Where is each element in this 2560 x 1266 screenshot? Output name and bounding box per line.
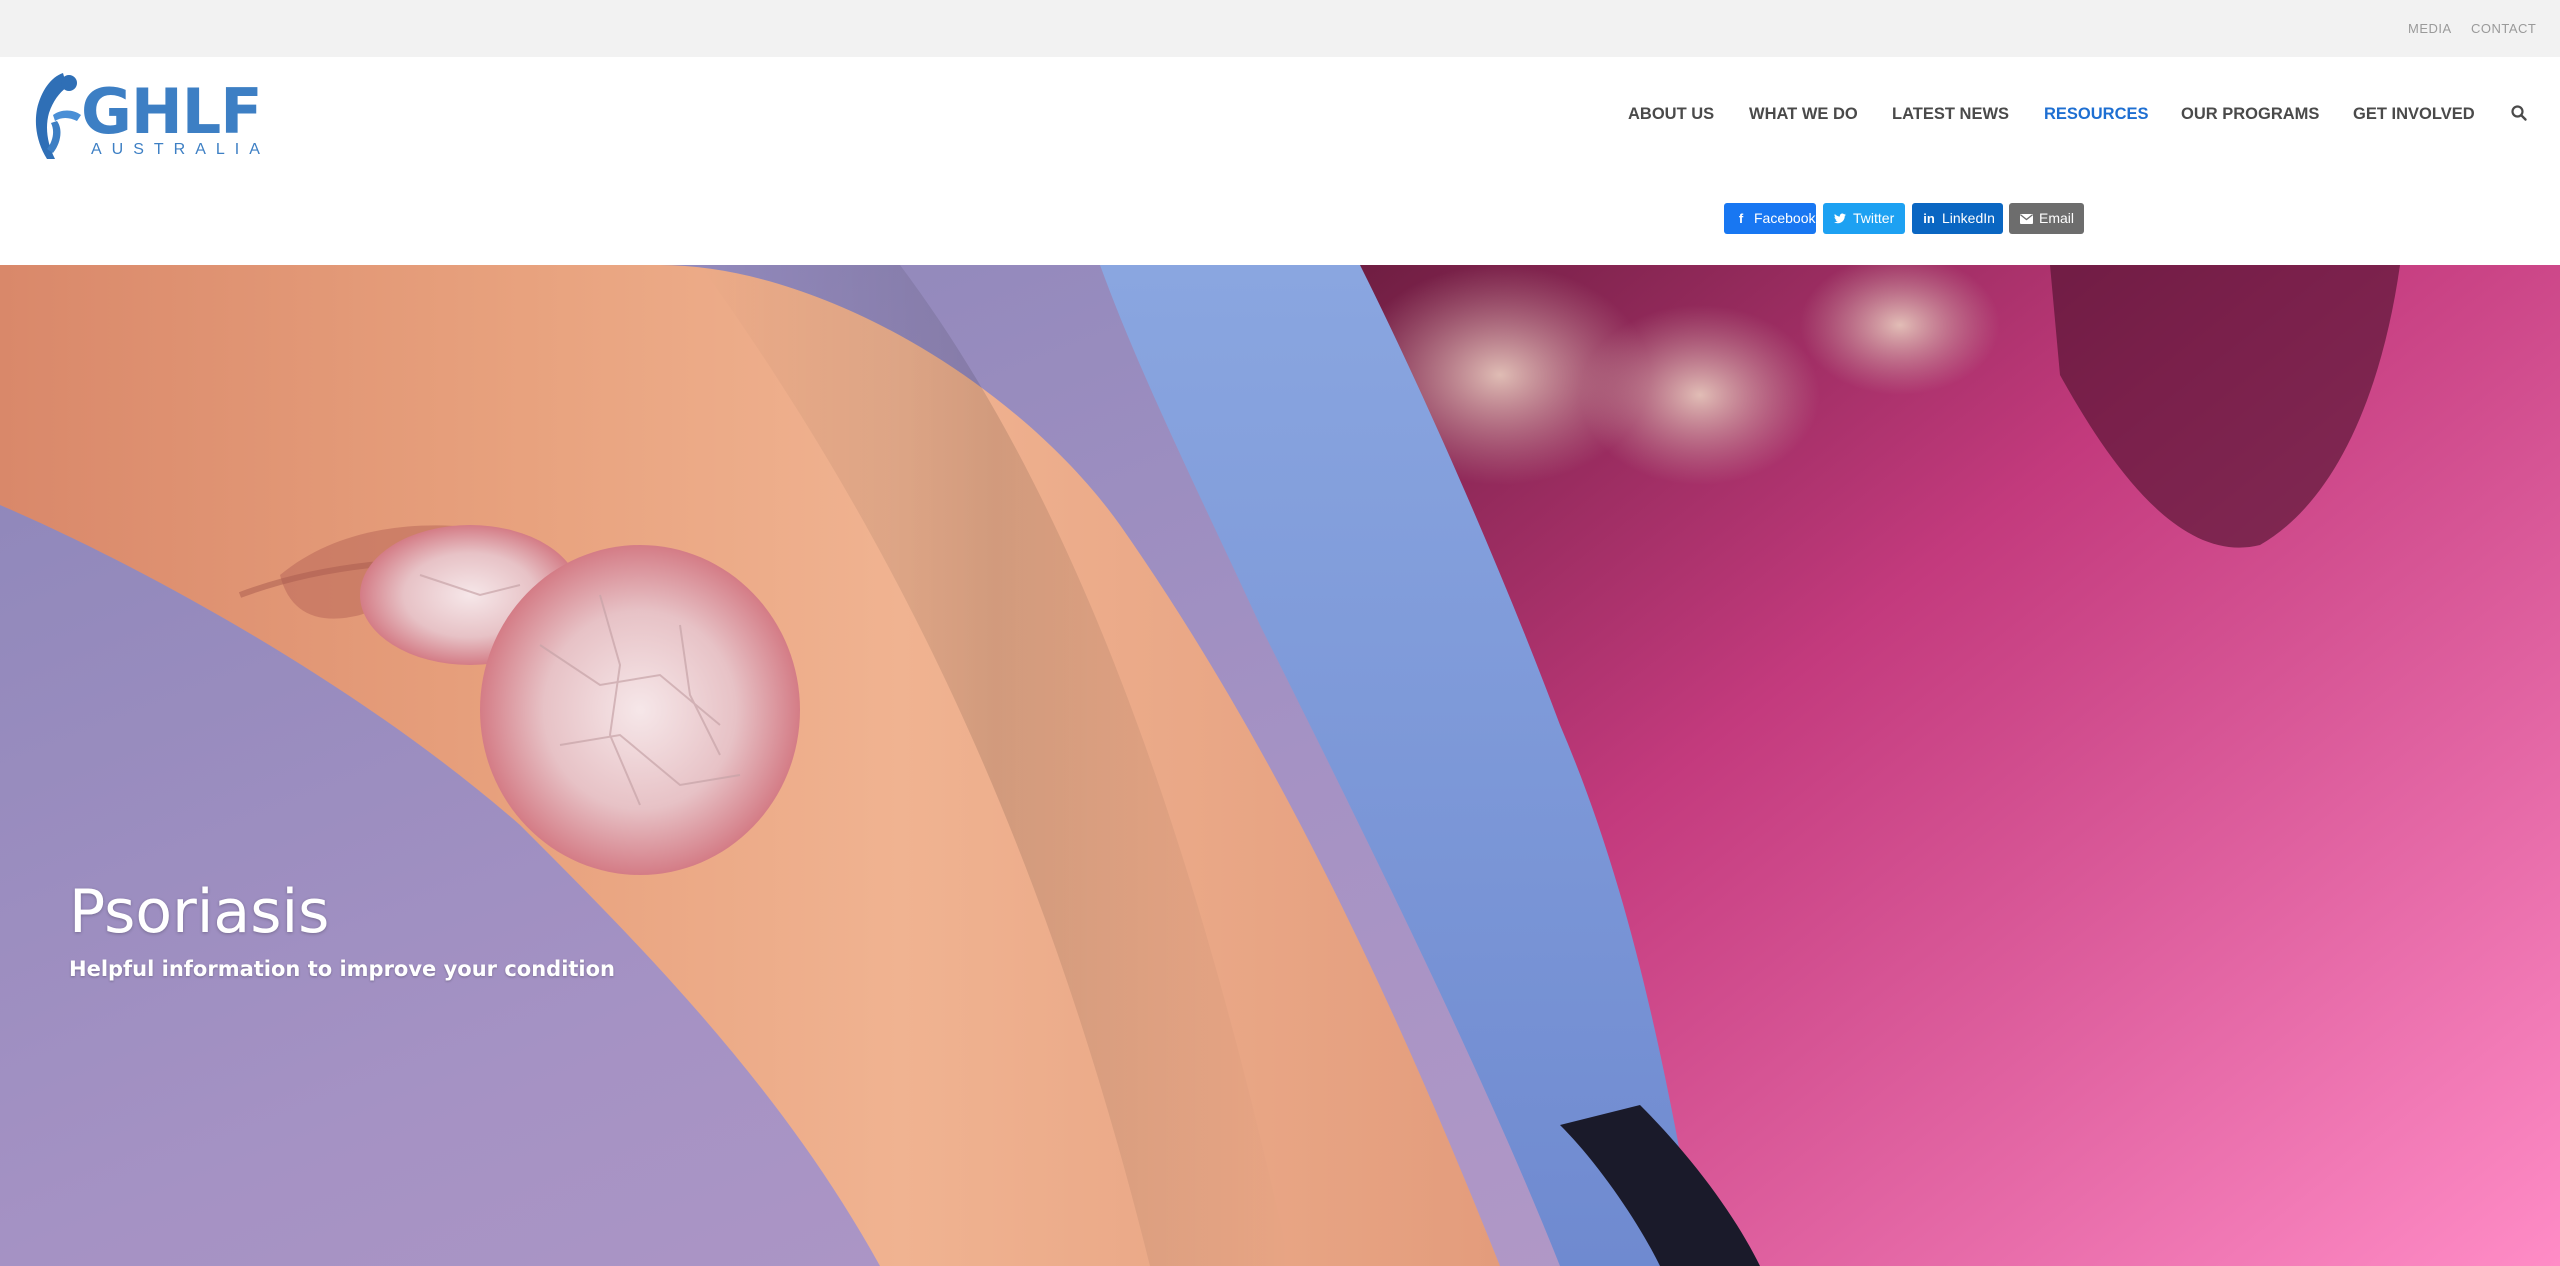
twitter-icon	[1833, 203, 1847, 234]
nav-latest-news[interactable]: LATEST NEWS	[1892, 105, 2009, 124]
share-email-button[interactable]: Email	[2009, 203, 2084, 234]
share-twitter-button[interactable]: Twitter	[1823, 203, 1905, 234]
share-facebook-button[interactable]: f Facebook	[1724, 203, 1816, 234]
site-header	[0, 57, 2560, 265]
nav-about-us[interactable]: ABOUT US	[1628, 105, 1714, 124]
facebook-icon: f	[1738, 211, 1744, 226]
search-button[interactable]	[2510, 104, 2530, 124]
share-linkedin-label: LinkedIn	[1942, 210, 1995, 226]
site-logo[interactable]: GHLF AUSTRALIA	[33, 69, 273, 165]
media-link[interactable]: MEDIA	[2408, 21, 2452, 36]
logo-letters: GHLF	[81, 75, 263, 148]
search-icon	[2511, 105, 2527, 121]
hero-banner: Psoriasis Helpful information to improve…	[0, 265, 2560, 1266]
hero-title: Psoriasis	[69, 877, 330, 947]
logo-figure-icon	[35, 73, 81, 159]
linkedin-icon: in	[1923, 211, 1935, 226]
nav-what-we-do[interactable]: WHAT WE DO	[1749, 105, 1858, 124]
share-twitter-label: Twitter	[1853, 210, 1895, 226]
nav-get-involved[interactable]: GET INVOLVED	[2353, 105, 2475, 124]
envelope-icon	[2019, 203, 2033, 234]
share-linkedin-button[interactable]: in LinkedIn	[1912, 203, 2003, 234]
contact-link[interactable]: CONTACT	[2471, 21, 2536, 36]
share-email-label: Email	[2039, 210, 2075, 226]
nav-resources[interactable]: RESOURCES	[2044, 105, 2149, 124]
hero-subtitle: Helpful information to improve your cond…	[69, 957, 616, 981]
nav-our-programs[interactable]: OUR PROGRAMS	[2181, 105, 2319, 124]
share-facebook-label: Facebook	[1754, 210, 1816, 226]
top-utility-bar: MEDIA CONTACT	[0, 0, 2560, 57]
logo-subtitle: AUSTRALIA	[91, 141, 270, 158]
hero-background-image	[0, 265, 2560, 1266]
